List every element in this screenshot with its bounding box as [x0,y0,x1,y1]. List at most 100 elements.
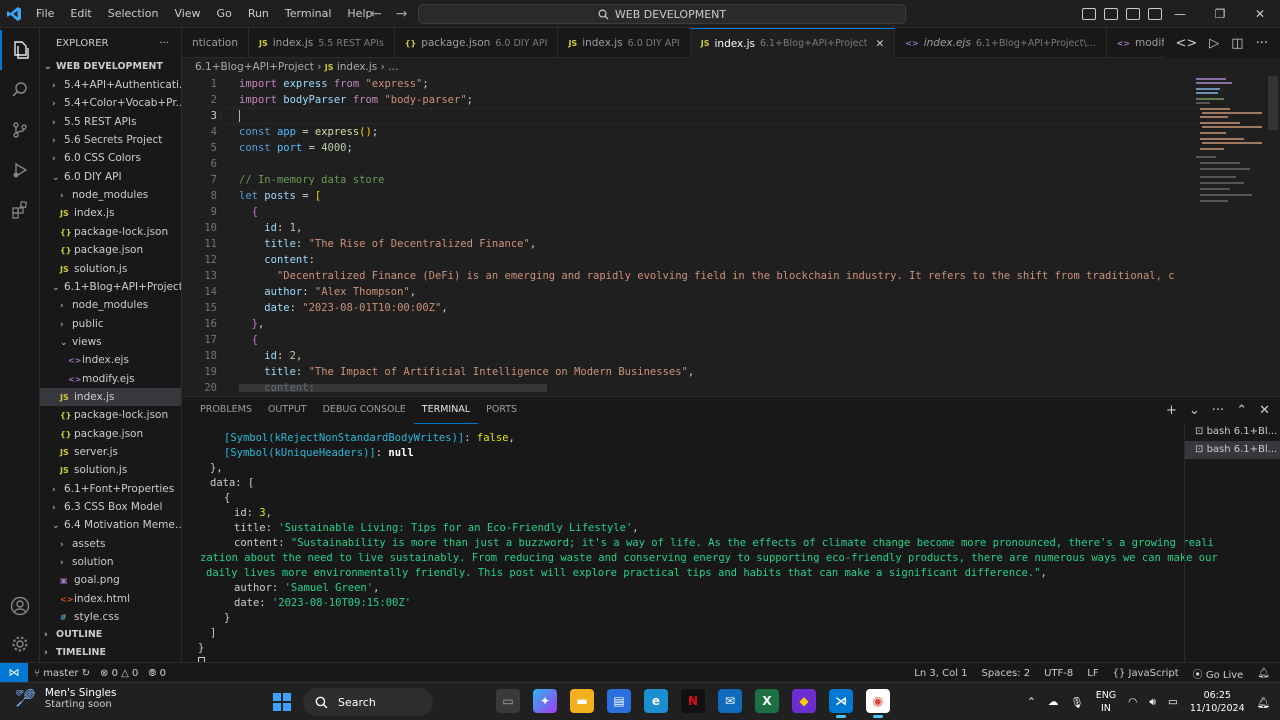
editor-tab[interactable]: JS index.js 6.1+Blog+API+Project ✕ [690,28,896,58]
vertical-scrollbar[interactable] [1268,76,1278,130]
netflix-icon[interactable]: N [681,689,705,713]
tab-terminal[interactable]: TERMINAL [413,397,479,424]
folder-item[interactable]: › 6.3 CSS Box Model [40,498,181,516]
tab-debug-console[interactable]: DEBUG CONSOLE [315,397,414,423]
folder-item[interactable]: › 6.0 CSS Colors [40,149,181,167]
close-tab-icon[interactable]: ✕ [875,38,884,50]
back-arrow-icon[interactable]: ← [370,6,382,22]
extensions-icon[interactable] [0,190,40,230]
folder-item[interactable]: › 5.6 Secrets Project [40,131,181,149]
terminal-instance[interactable]: ⊡ bash 6.1+Bl... [1185,441,1280,459]
file-item[interactable]: JS solution.js [40,260,181,278]
notification-center-icon[interactable]: 🔔︎ [1257,696,1270,709]
new-terminal-icon[interactable]: + [1166,403,1177,418]
editor-tab[interactable]: {} package.json 6.0 DIY API [395,28,559,58]
file-item[interactable]: ▣ goal.png [40,571,181,589]
toggle-sidebar-icon[interactable] [1082,8,1096,20]
indentation[interactable]: Spaces: 2 [982,668,1031,679]
editor-tab[interactable]: <> index.ejs 6.1+Blog+API+Project\... [895,28,1107,58]
folder-item[interactable]: ⌄ 6.0 DIY API [40,168,181,186]
search-view-icon[interactable] [0,70,40,110]
folder-item[interactable]: › node_modules [40,186,181,204]
file-item[interactable]: {} package-lock.json [40,223,181,241]
file-item[interactable]: {} package-lock.json [40,406,181,424]
onedrive-icon[interactable]: ☁︎ [1048,696,1059,708]
tab-ports[interactable]: PORTS [478,397,525,423]
menu-run[interactable]: Run [240,0,277,28]
minimap[interactable] [1196,76,1266,394]
folder-item[interactable]: ⌄ 6.1+Blog+API+Project [40,278,181,296]
mail-icon[interactable]: ✉︎ [718,689,742,713]
microphone-icon[interactable]: 🎙︎ [1070,696,1083,709]
folder-item[interactable]: › assets [40,535,181,553]
tray-overflow-icon[interactable]: ⌃ [1027,696,1036,708]
windows-start-icon[interactable] [273,693,291,711]
news-widget[interactable]: 🏸︎ Men's Singles Starting soon [14,687,116,710]
editor-tab[interactable]: JS index.js 6.0 DIY API [558,28,691,58]
file-item[interactable]: # style.css [40,608,181,626]
volume-icon[interactable]: 🔊︎ [1149,696,1156,709]
run-debug-icon[interactable] [0,150,40,190]
line-ending[interactable]: LF [1087,668,1098,679]
accounts-icon[interactable] [0,586,40,626]
breadcrumb-folder[interactable]: 6.1+Blog+API+Project [195,61,314,73]
folder-item[interactable]: › 5.4+Color+Vocab+Pr... [40,94,181,112]
pinned-app-icon[interactable]: ◆ [792,689,816,713]
folder-item[interactable]: › 5.5 REST APIs [40,113,181,131]
file-item[interactable]: JS index.js [40,387,181,406]
split-editor-icon[interactable]: ◫ [1231,36,1243,51]
encoding[interactable]: UTF-8 [1044,668,1073,679]
cursor-position[interactable]: Ln 3, Col 1 [914,668,967,679]
notifications-bell-icon[interactable]: 🔔︎ [1257,668,1270,679]
tab-output[interactable]: OUTPUT [260,397,315,423]
input-language[interactable]: ENG IN [1096,689,1116,715]
terminal-dropdown-icon[interactable]: ⌄ [1189,403,1200,418]
minimize-icon[interactable]: — [1160,0,1200,28]
open-preview-icon[interactable]: <> [1176,36,1198,51]
store-icon[interactable]: ▤ [607,689,631,713]
menu-selection[interactable]: Selection [100,0,167,28]
folder-item[interactable]: ⌄ views [40,333,181,351]
toggle-secondary-sidebar-icon[interactable] [1126,8,1140,20]
source-control-icon[interactable] [0,110,40,150]
file-item[interactable]: {} package.json [40,425,181,443]
folder-item[interactable]: › solution [40,553,181,571]
terminal-output[interactable]: [Symbol(kRejectNonStandardBodyWrites)]: … [182,431,1218,670]
file-item[interactable]: <>index.html [40,590,181,608]
horizontal-scrollbar[interactable] [239,384,547,392]
clock[interactable]: 06:25 11/10/2024 [1190,689,1245,715]
folder-item[interactable]: › node_modules [40,296,181,314]
go-live-button[interactable]: ⦿ Go Live [1193,666,1244,681]
wifi-icon[interactable]: ◠ [1128,696,1137,708]
file-item[interactable]: {} package.json [40,241,181,259]
menu-terminal[interactable]: Terminal [277,0,340,28]
edge-browser-icon[interactable]: e [644,689,668,713]
menu-edit[interactable]: Edit [62,0,99,28]
run-file-icon[interactable]: ▷ [1209,36,1219,51]
editor-tab[interactable]: ntication [182,28,250,58]
close-panel-icon[interactable]: ✕ [1259,403,1270,418]
breadcrumb-symbol[interactable]: ... [388,61,398,73]
editor-tab[interactable]: JS index.js 5.5 REST APIs [249,28,395,58]
file-explorer-icon[interactable]: ▬ [570,689,594,713]
close-window-icon[interactable]: ✕ [1240,0,1280,28]
workspace-root[interactable]: ⌄ WEB DEVELOPMENT [40,58,181,76]
file-item[interactable]: JS server.js [40,443,181,461]
folder-item[interactable]: › public [40,315,181,333]
manage-gear-icon[interactable] [0,624,40,664]
problems-indicator[interactable]: ⊗ 0 △ 0 [100,668,138,679]
breadcrumb-file[interactable]: index.js [337,61,377,73]
restore-icon[interactable]: ❐ [1200,0,1240,28]
file-item[interactable]: JS solution.js [40,461,181,479]
folder-item[interactable]: › 5.4+API+Authenticati... [40,76,181,94]
chrome-icon[interactable]: ◉ [866,689,890,718]
more-actions-icon[interactable]: ··· [1256,36,1268,51]
code-editor[interactable]: 1 2 3 4 5 6 7 8 9 10 11 12 13 14 15 16 17 18 19 20 import e… [182,76,1280,394]
copilot-icon[interactable]: ✦ [533,689,557,713]
more-actions-icon[interactable]: ··· [1212,403,1224,418]
vscode-taskbar-icon[interactable]: ⋊ [829,689,853,718]
folder-item[interactable]: ⌄ 6.4 Motivation Meme... [40,516,181,534]
file-item[interactable]: JS index.js [40,204,181,222]
file-item[interactable]: <>modify.ejs [40,370,181,388]
menu-go[interactable]: Go [209,0,240,28]
